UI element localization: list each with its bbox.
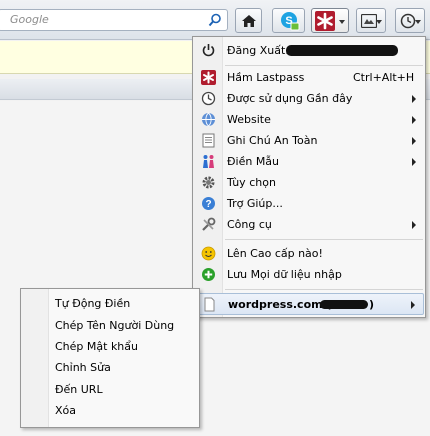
submenu-item-label: Đến URL: [55, 383, 103, 396]
svg-text:?: ?: [205, 199, 211, 210]
menu-item-label: Được sử dụng Gần đây: [227, 92, 353, 105]
menu-item-save-all[interactable]: Lưu Mọi dữ liệu nhập: [194, 264, 424, 285]
skype-button[interactable]: S: [272, 8, 305, 33]
submenu-item-label: Xóa: [55, 404, 77, 417]
menu-separator: [225, 239, 423, 240]
screen-button[interactable]: [356, 8, 386, 33]
submenu-item-label: Chỉnh Sửa: [55, 361, 111, 374]
search-box[interactable]: Google: [0, 9, 228, 31]
menu-item-label: Tùy chọn: [227, 176, 276, 189]
menu-item-label: Công cụ: [227, 218, 272, 231]
site-submenu: Tự Động Điền Chép Tên Người Dùng Chép Mậ…: [20, 288, 200, 428]
menu-item-website[interactable]: Website: [194, 109, 424, 130]
gear-icon: [202, 176, 215, 189]
lastpass-button[interactable]: [311, 8, 349, 33]
submenu-item-copy-username[interactable]: Chép Tên Người Dùng: [22, 315, 198, 336]
menu-item-label: Lưu Mọi dữ liệu nhập: [227, 268, 342, 281]
home-icon: [242, 15, 256, 27]
submenu-arrow-icon: [411, 301, 415, 309]
menu-item-label: wordpress.com (: [228, 298, 332, 311]
search-icon[interactable]: [208, 13, 222, 30]
submenu-arrow-icon: [412, 137, 416, 145]
clock-icon: [400, 13, 416, 29]
search-placeholder: Google: [10, 13, 49, 26]
redacted-username: [320, 300, 368, 309]
menu-item-label: Trợ Giúp...: [227, 197, 283, 210]
globe-icon: [202, 112, 215, 127]
chevron-down-icon: [376, 20, 382, 24]
submenu-item-copy-password[interactable]: Chép Mật khẩu: [22, 336, 198, 357]
menu-item-help[interactable]: ? Trợ Giúp...: [194, 193, 424, 214]
menu-item-label: Website: [227, 113, 271, 126]
menu-item-options[interactable]: Tùy chọn: [194, 172, 424, 193]
menu-item-label: Lên Cao cấp nào!: [227, 247, 323, 260]
submenu-arrow-icon: [412, 116, 416, 124]
menu-item-site-wordpress[interactable]: wordpress.com ( ): [194, 293, 424, 315]
add-icon: [202, 268, 215, 281]
menu-item-upgrade[interactable]: Lên Cao cấp nào!: [194, 243, 424, 264]
menu-item-form-fills[interactable]: Điền Mẫu: [194, 151, 424, 172]
menu-item-secure-notes[interactable]: Ghi Chú An Toàn: [194, 130, 424, 151]
clock-icon: [201, 91, 216, 106]
submenu-item-autofill[interactable]: Tự Động Điền: [22, 293, 198, 314]
people-icon: [203, 155, 214, 168]
skype-icon: S: [281, 12, 300, 31]
power-icon: [202, 44, 215, 57]
submenu-arrow-icon: [412, 95, 416, 103]
chevron-down-icon: [339, 20, 345, 24]
menu-item-label: Ghi Chú An Toàn: [227, 134, 318, 147]
lastpass-menu: Đăng Xuất: Hầm Lastpass Ctrl+Alt+H Được …: [192, 36, 426, 318]
note-icon: [202, 133, 215, 148]
lastpass-icon: [201, 70, 216, 85]
menu-item-label: Điền Mẫu: [227, 155, 280, 168]
home-button[interactable]: [235, 8, 262, 33]
menu-item-vault[interactable]: Hầm Lastpass Ctrl+Alt+H: [194, 67, 424, 88]
menu-item-shortcut: Ctrl+Alt+H: [353, 71, 415, 84]
chevron-down-icon: [415, 20, 421, 24]
smiley-icon: [201, 246, 216, 261]
tools-icon: [202, 217, 216, 231]
submenu-arrow-icon: [412, 158, 416, 166]
submenu-arrow-icon: [412, 221, 416, 229]
menu-item-tools[interactable]: Công cụ: [194, 214, 424, 235]
menu-separator: [225, 289, 423, 290]
menu-separator: [225, 65, 423, 66]
menu-item-recent[interactable]: Được sử dụng Gần đây: [194, 88, 424, 109]
submenu-item-label: Chép Mật khẩu: [55, 340, 138, 353]
menu-item-label-suffix: ): [369, 298, 375, 311]
submenu-item-delete[interactable]: Xóa: [22, 400, 198, 421]
redacted-email: [286, 45, 398, 56]
menu-item-label: Đăng Xuất:: [227, 44, 289, 57]
submenu-item-label: Tự Động Điền: [55, 297, 131, 310]
submenu-item-edit[interactable]: Chỉnh Sửa: [22, 357, 198, 378]
history-button[interactable]: [395, 8, 425, 33]
page-icon: [204, 297, 215, 312]
menu-item-label: Hầm Lastpass: [227, 71, 305, 84]
submenu-item-go-to-url[interactable]: Đến URL: [22, 379, 198, 400]
submenu-item-label: Chép Tên Người Dùng: [55, 319, 175, 332]
help-icon: ?: [202, 197, 215, 210]
navigation-toolbar: Google S: [0, 0, 430, 40]
screen-icon: [361, 14, 377, 28]
menu-item-logout[interactable]: Đăng Xuất:: [194, 40, 424, 61]
lastpass-icon: [315, 11, 335, 31]
